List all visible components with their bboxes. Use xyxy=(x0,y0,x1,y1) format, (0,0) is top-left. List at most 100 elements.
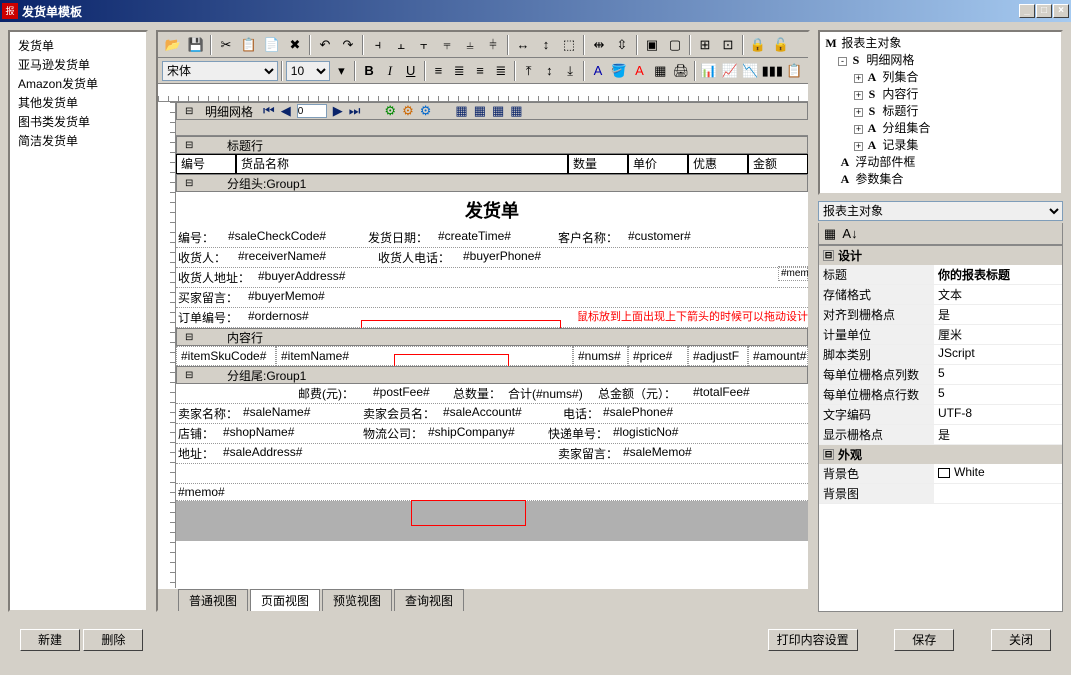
prop-align[interactable]: 是 xyxy=(934,305,1062,324)
delete-icon[interactable]: ✖ xyxy=(284,34,306,56)
header-price[interactable]: 单价 xyxy=(628,154,688,174)
header-code[interactable]: 编号 xyxy=(176,154,236,174)
save-icon[interactable]: 💾 xyxy=(185,34,207,56)
text-justify-icon[interactable]: ≣ xyxy=(491,60,511,82)
template-item[interactable]: 发货单 xyxy=(14,36,142,55)
header-amount[interactable]: 金额 xyxy=(748,154,808,174)
text-right-icon[interactable]: ≡ xyxy=(470,60,490,82)
template-item[interactable]: Amazon发货单 xyxy=(14,74,142,93)
align-middle-icon[interactable]: ⫨ xyxy=(459,34,481,56)
first-icon[interactable]: ⏮ xyxy=(263,103,275,119)
prev-icon[interactable]: ◀ xyxy=(281,103,291,119)
field-adjust[interactable]: #adjustF xyxy=(688,346,748,366)
tab-query[interactable]: 查询视图 xyxy=(394,589,464,611)
label-shop[interactable]: 店铺： xyxy=(176,424,221,443)
copy-format-icon[interactable]: 📋 xyxy=(784,60,804,82)
copy-icon[interactable]: 📋 xyxy=(238,34,260,56)
same-size-icon[interactable]: ⬚ xyxy=(558,34,580,56)
distribute-v-icon[interactable]: ⇳ xyxy=(611,34,633,56)
cut-icon[interactable]: ✂ xyxy=(215,34,237,56)
label-address[interactable]: 收货人地址： xyxy=(176,268,256,287)
group-head-band[interactable]: 分组头:Group1 xyxy=(176,174,808,192)
grid4-icon[interactable]: ▦ xyxy=(510,103,522,119)
tab-preview[interactable]: 预览视图 xyxy=(322,589,392,611)
print-icon[interactable]: 🖨 xyxy=(671,60,691,82)
field-postfee[interactable]: #postFee# xyxy=(371,384,451,403)
field-buyer-memo[interactable]: #buyerMemo# xyxy=(246,288,327,307)
paste-icon[interactable]: 📄 xyxy=(261,34,283,56)
field-totalamt[interactable]: #totalFee# xyxy=(691,384,752,403)
sort-icon[interactable]: A↓ xyxy=(841,225,859,243)
align-bottom-icon[interactable]: ⫩ xyxy=(482,34,504,56)
font-size-select[interactable]: 10 xyxy=(286,61,331,81)
template-item[interactable]: 简洁发货单 xyxy=(14,131,142,150)
field-memo[interactable]: #memo# xyxy=(176,484,227,500)
close-dialog-button[interactable]: 关闭 xyxy=(991,629,1051,651)
same-width-icon[interactable]: ↔ xyxy=(512,34,534,56)
field-orderno[interactable]: #ordernos# xyxy=(246,308,311,327)
send-back-icon[interactable]: ▢ xyxy=(664,34,686,56)
font-family-select[interactable]: 宋体 xyxy=(162,61,278,81)
label-saddr[interactable]: 地址： xyxy=(176,444,221,463)
align-right-icon[interactable]: ⫟ xyxy=(413,34,435,56)
grid-icon[interactable]: ⊞ xyxy=(694,34,716,56)
valign-mid-icon[interactable]: ↕ xyxy=(539,60,559,82)
prop-title[interactable]: 你的报表标题 xyxy=(934,265,1062,284)
align-center-icon[interactable]: ⫠ xyxy=(390,34,412,56)
label-buyer-memo[interactable]: 买家留言： xyxy=(176,288,246,307)
grid-band-header[interactable]: 明细网格 ⏮ ◀ ▶ ⏭ ⚙ ⚙ ⚙ ▦ ▦ ▦ xyxy=(176,102,808,120)
label-orderno[interactable]: 订单编号： xyxy=(176,308,246,327)
field-code[interactable]: #saleCheckCode# xyxy=(226,228,366,247)
text-left-icon[interactable]: ≡ xyxy=(429,60,449,82)
label-code[interactable]: 编号： xyxy=(176,228,226,247)
link-icon[interactable]: ⚙ xyxy=(420,103,432,119)
open-icon[interactable]: 📂 xyxy=(162,34,184,56)
delete-button[interactable]: 删除 xyxy=(83,629,143,651)
field-ship[interactable]: #shipCompany# xyxy=(426,424,546,443)
field-amount[interactable]: #amount# xyxy=(748,346,808,366)
sql-icon[interactable]: ⚙ xyxy=(384,103,396,119)
property-grid[interactable]: 设计 标题你的报表标题 存储格式文本 对齐到栅格点是 计量单位厘米 脚本类别JS… xyxy=(818,245,1063,612)
template-item[interactable]: 亚马逊发货单 xyxy=(14,55,142,74)
field-nums[interactable]: #nums# xyxy=(573,346,628,366)
field-date[interactable]: #createTime# xyxy=(436,228,556,247)
maximize-button[interactable]: □ xyxy=(1036,4,1052,18)
grid3-icon[interactable]: ▦ xyxy=(492,103,504,119)
lock-icon[interactable]: 🔒 xyxy=(747,34,769,56)
field-tel[interactable]: #salePhone# xyxy=(601,404,675,423)
valign-top-icon[interactable]: ⤒ xyxy=(519,60,539,82)
prop-cols[interactable]: 5 xyxy=(934,365,1062,384)
last-icon[interactable]: ⏭ xyxy=(349,103,361,119)
bold-button[interactable]: B xyxy=(359,60,379,82)
border-style-icon[interactable]: ▦ xyxy=(650,60,670,82)
minimize-button[interactable]: _ xyxy=(1019,4,1035,18)
label-customer[interactable]: 客户名称： xyxy=(556,228,626,247)
report-title[interactable]: 发货单 xyxy=(176,192,808,228)
align-left-icon[interactable]: ⫞ xyxy=(367,34,389,56)
content-row-band[interactable]: 内容行 xyxy=(176,328,808,346)
title-row-band[interactable]: 标题行 xyxy=(176,136,808,154)
field-receiver[interactable]: #receiverName# xyxy=(236,248,376,267)
categorize-icon[interactable]: ▦ xyxy=(821,225,839,243)
field-account[interactable]: #saleAccount# xyxy=(441,404,561,423)
chart2-icon[interactable]: 📈 xyxy=(720,60,740,82)
prop-rows[interactable]: 5 xyxy=(934,385,1062,404)
prop-showgrid[interactable]: 是 xyxy=(934,425,1062,444)
label-smemo[interactable]: 卖家留言： xyxy=(556,444,621,463)
template-item[interactable]: 其他发货单 xyxy=(14,93,142,112)
label-phone[interactable]: 收货人电话： xyxy=(376,248,461,267)
save-button[interactable]: 保存 xyxy=(894,629,954,651)
text-center-icon[interactable]: ≣ xyxy=(449,60,469,82)
label-account[interactable]: 卖家会员名： xyxy=(361,404,441,423)
prop-format[interactable]: 文本 xyxy=(934,285,1062,304)
valign-bottom-icon[interactable]: ⤓ xyxy=(560,60,580,82)
label-date[interactable]: 发货日期： xyxy=(366,228,436,247)
field-phone[interactable]: #buyerPhone# xyxy=(461,248,543,267)
template-item[interactable]: 图书类发货单 xyxy=(14,112,142,131)
fill-color-icon[interactable]: 🪣 xyxy=(609,60,629,82)
redo-icon[interactable]: ↷ xyxy=(337,34,359,56)
field-express[interactable]: #logisticNo# xyxy=(611,424,680,443)
field-smemo[interactable]: #saleMemo# xyxy=(621,444,694,463)
field-shop[interactable]: #shopName# xyxy=(221,424,361,443)
align-top-icon[interactable]: ⫧ xyxy=(436,34,458,56)
